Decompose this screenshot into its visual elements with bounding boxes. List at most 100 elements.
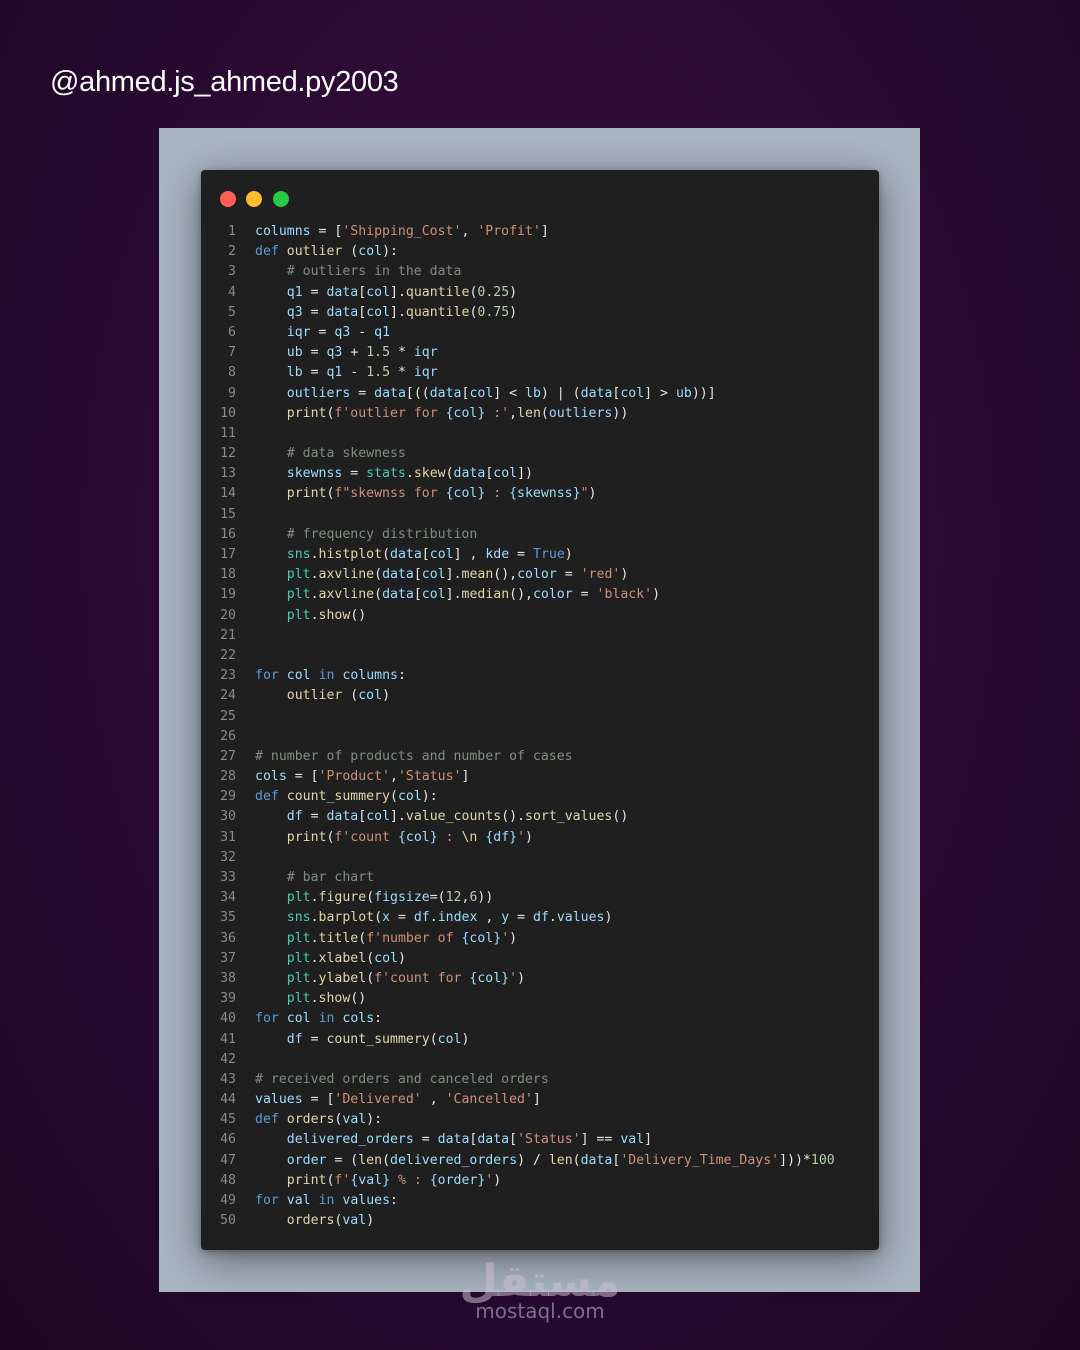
code-token: = [302, 345, 327, 361]
code-token: 1.5 [366, 345, 391, 361]
code-token: col [421, 567, 446, 583]
code-token: " [580, 486, 589, 502]
line-source [255, 707, 879, 727]
code-token: # bar chart [286, 870, 375, 885]
code-line: 5 q3 = data[col].quantile(0.75) [201, 303, 879, 323]
line-source [255, 1050, 879, 1070]
code-line: 34 plt.figure(figsize=(12,6)) [201, 888, 879, 908]
line-number: 15 [220, 506, 236, 522]
code-token: ]. [390, 284, 406, 300]
code-token: values [342, 1193, 391, 1208]
code-token: , [509, 405, 518, 421]
code-token: axvline [318, 587, 375, 603]
code-token: + [342, 345, 367, 361]
code-token: q3 [286, 304, 303, 320]
code-token: ] == [580, 1132, 621, 1148]
line-number: 37 [220, 950, 236, 966]
code-line: 47 order = (len(delivered_orders) / len(… [201, 1151, 879, 1171]
line-number: 43 [220, 1071, 236, 1087]
code-line: 23 for col in columns: [201, 666, 879, 686]
watermark-url: mostaql.com [475, 1299, 605, 1323]
code-token: 0.75 [477, 304, 510, 320]
close-dot-icon[interactable] [220, 191, 236, 207]
code-token: ( [342, 688, 359, 704]
code-token: val [342, 1213, 367, 1229]
code-token: 'Profit' [477, 224, 541, 239]
code-token: plt [286, 890, 311, 906]
code-token: q3 [326, 345, 343, 361]
code-token: = [ [286, 769, 319, 785]
line-number: 42 [220, 1051, 236, 1067]
code-token: histplot [318, 547, 383, 562]
maximize-dot-icon[interactable] [273, 191, 289, 207]
code-token: data [580, 1152, 613, 1168]
line-number: 46 [220, 1132, 236, 1148]
code-token: (), [493, 567, 518, 583]
line-source [255, 424, 879, 444]
code-token: 'Cancelled' [445, 1092, 533, 1108]
code-token: len [358, 1152, 383, 1168]
code-token: orders [286, 1112, 335, 1128]
code-token: ): [421, 789, 438, 805]
code-token: # data skewness [286, 446, 406, 462]
code-token: {order} [429, 1172, 486, 1188]
code-token: ( [366, 950, 375, 966]
code-token: data [326, 304, 359, 320]
code-token: ( [366, 970, 375, 986]
code-token: count_summery [326, 1031, 430, 1047]
code-token: data [390, 547, 422, 562]
code-token: . [310, 607, 319, 623]
code-token: . [310, 970, 319, 986]
code-token: data [429, 385, 462, 401]
code-token: mean [461, 567, 494, 583]
line-source: def count_summery(col): [255, 787, 879, 807]
code-token: {skewnss} [509, 486, 581, 502]
line-source: # outliers in the data [255, 262, 879, 282]
code-token: col [286, 668, 311, 684]
code-token: ] [532, 1092, 541, 1108]
code-token: col [620, 385, 645, 401]
line-number: 50 [220, 1213, 236, 1229]
code-token: : [390, 1193, 398, 1208]
code-token: axvline [318, 567, 375, 583]
line-source [255, 505, 879, 525]
line-source: print(f'outlier for {col} :',len(outlier… [255, 404, 879, 424]
line-source [255, 727, 879, 747]
line-number: 30 [220, 809, 236, 825]
line-source: delivered_orders = data[data['Status'] =… [255, 1130, 879, 1150]
code-token: ( [445, 466, 454, 482]
code-line: 3 # outliers in the data [201, 262, 879, 282]
code-token: value_counts [405, 809, 502, 825]
code-token: # number of products and number of cases [255, 748, 573, 764]
code-token: f'number of [366, 930, 462, 946]
code-token: ( [390, 789, 398, 805]
code-token: = [302, 284, 327, 300]
code-line: 9 outliers = data[((data[col] < lb) | (d… [201, 384, 879, 404]
code-token: ) [620, 567, 629, 583]
code-token: sort_values [525, 809, 613, 825]
code-token: data [326, 809, 359, 825]
code-token: ]) [517, 466, 533, 482]
line-source: lb = q1 - 1.5 * iqr [255, 363, 879, 383]
line-source: # frequency distribution [255, 525, 879, 545]
code-block: 1 columns = ['Shipping_Cost', 'Profit'] 2 d… [201, 222, 879, 1231]
code-token: outliers [286, 385, 351, 401]
code-token: . [310, 991, 319, 1007]
code-token: ( [429, 1031, 438, 1047]
code-token: . [310, 547, 319, 562]
minimize-dot-icon[interactable] [246, 191, 262, 207]
code-token: f'outlier for [334, 405, 446, 421]
code-token: ( [572, 1152, 581, 1168]
code-token: val [620, 1132, 645, 1148]
